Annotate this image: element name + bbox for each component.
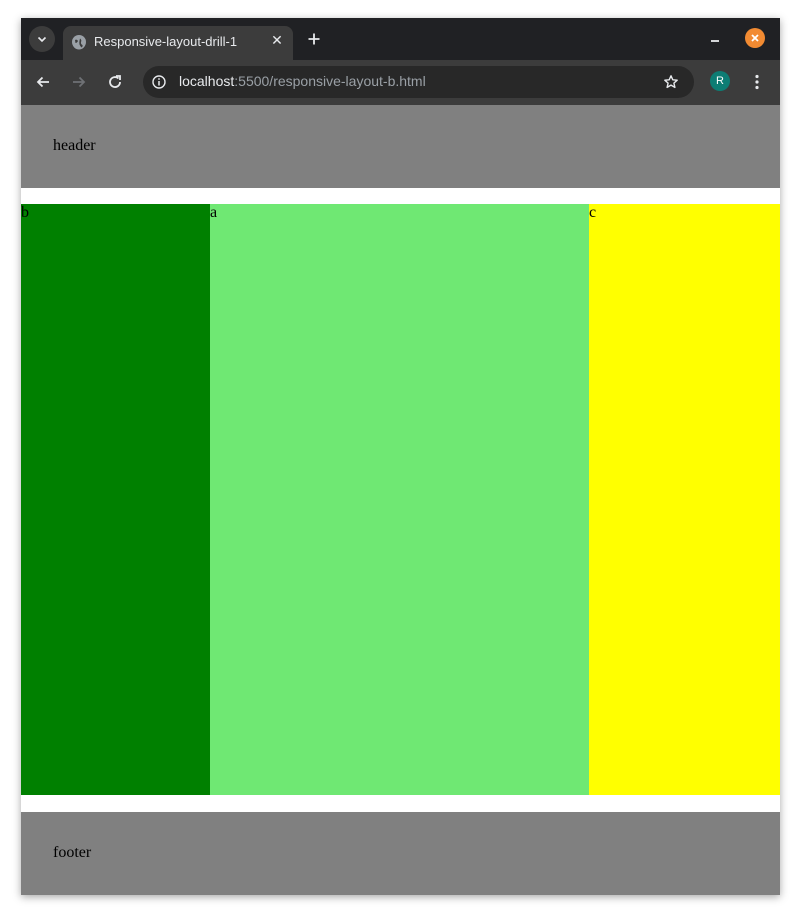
new-tab-button[interactable] <box>303 28 325 50</box>
toolbar: localhost:5500/responsive-layout-b.html … <box>21 60 780 105</box>
close-icon <box>751 34 759 42</box>
profile-avatar[interactable]: R <box>710 71 730 91</box>
plus-icon <box>308 33 320 45</box>
address-bar[interactable]: localhost:5500/responsive-layout-b.html <box>143 66 694 98</box>
url-host: localhost <box>179 73 235 89</box>
page-footer: footer <box>21 812 780 895</box>
column-a-label: a <box>210 204 218 221</box>
reload-icon <box>109 75 121 88</box>
globe-icon <box>72 35 86 50</box>
column-c: c <box>589 204 780 795</box>
column-c-label: c <box>589 204 597 221</box>
tab-close-icon[interactable]: ✕ <box>269 33 285 49</box>
tab-strip: Responsive-layout-drill-1 ✕ <box>21 18 780 60</box>
minimize-icon <box>711 40 719 42</box>
site-info-icon[interactable] <box>151 74 167 90</box>
url-text[interactable]: localhost:5500/responsive-layout-b.html <box>179 73 426 89</box>
tab-search-button[interactable] <box>29 26 55 52</box>
page-header: header <box>21 105 780 188</box>
chevron-down-icon <box>37 36 47 43</box>
forward-arrow-icon <box>73 76 86 88</box>
forward-button[interactable] <box>69 72 89 92</box>
footer-label: footer <box>53 844 92 861</box>
header-label: header <box>53 137 96 154</box>
browser-window: Responsive-layout-drill-1 ✕ localhost:55… <box>21 18 780 895</box>
tab-title: Responsive-layout-drill-1 <box>94 34 238 49</box>
back-button[interactable] <box>33 72 53 92</box>
bookmark-star-icon[interactable] <box>662 73 680 91</box>
tab-active[interactable]: Responsive-layout-drill-1 ✕ <box>63 26 293 60</box>
browser-menu-button[interactable] <box>747 72 767 92</box>
minimize-button[interactable] <box>705 30 725 50</box>
close-window-button[interactable] <box>745 28 765 48</box>
kebab-menu-icon <box>755 74 759 90</box>
back-arrow-icon <box>36 76 49 88</box>
reload-button[interactable] <box>105 72 125 92</box>
column-a: a <box>210 204 589 795</box>
page-viewport: header b a c footer <box>21 105 780 895</box>
url-path: :5500/responsive-layout-b.html <box>234 73 426 89</box>
column-b-label: b <box>21 204 29 221</box>
column-b: b <box>21 204 210 795</box>
